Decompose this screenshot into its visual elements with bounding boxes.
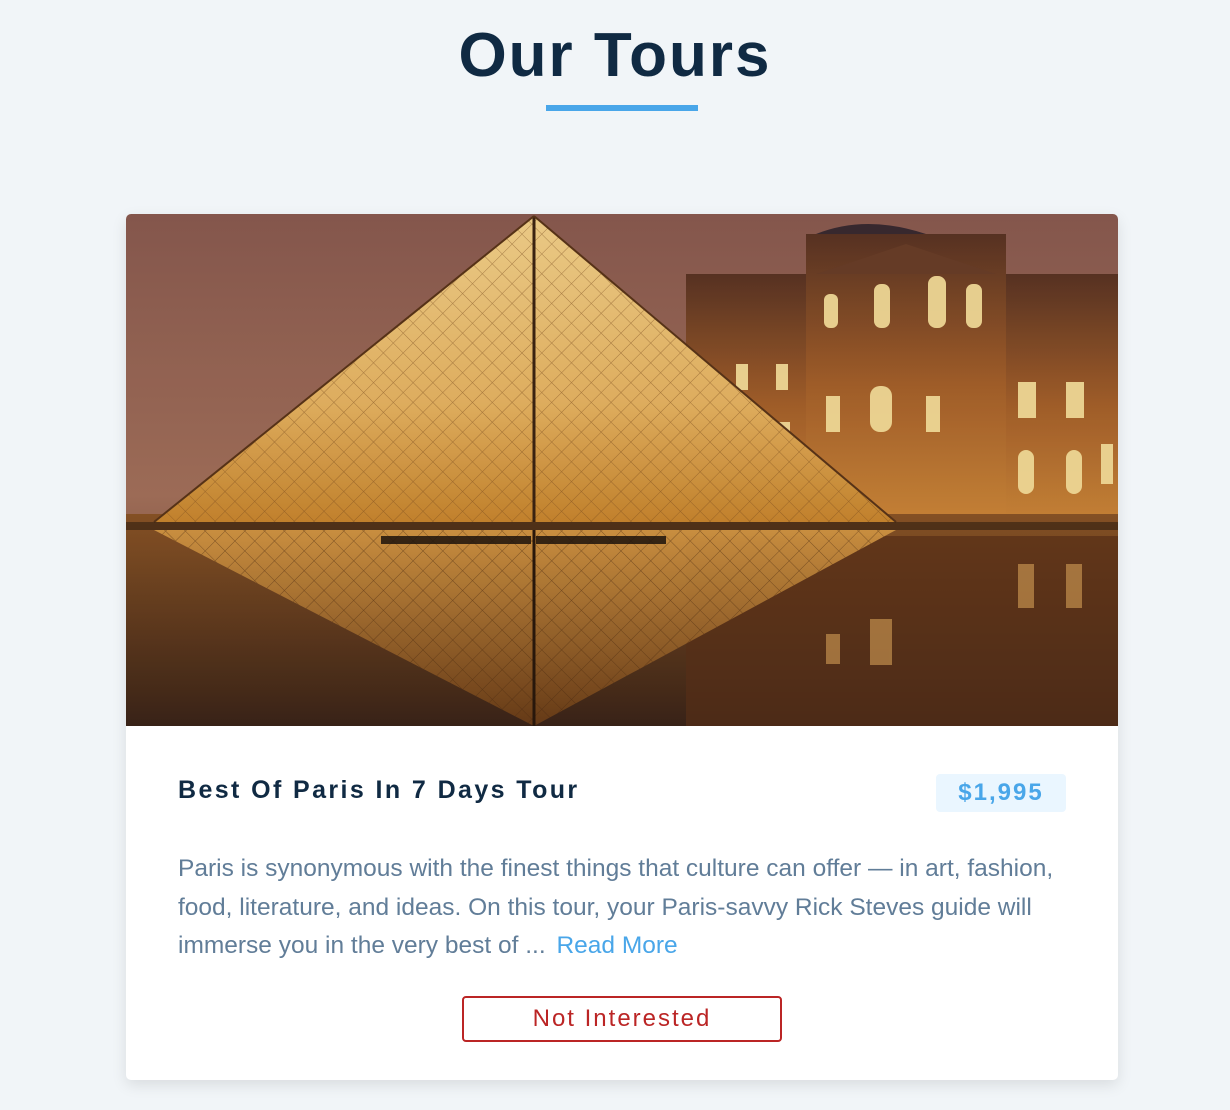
tour-image [126, 214, 1118, 726]
tours-page: Our Tours Best Of Paris In 7 Days Tour $… [0, 0, 1230, 1110]
title-underline [546, 105, 698, 111]
page-title: Our Tours [458, 21, 772, 90]
tour-name: Best Of Paris In 7 Days Tour [178, 776, 580, 804]
tour-price: $1,995 [936, 774, 1066, 812]
tour-info: Paris is synonymous with the finest thin… [178, 850, 1068, 966]
title-section: Our Tours [0, 18, 1230, 94]
not-interested-button[interactable]: Not Interested [462, 996, 782, 1042]
read-more-button[interactable]: Read More [556, 932, 677, 959]
tour-card: Best Of Paris In 7 Days Tour $1,995 Pari… [126, 214, 1118, 1080]
